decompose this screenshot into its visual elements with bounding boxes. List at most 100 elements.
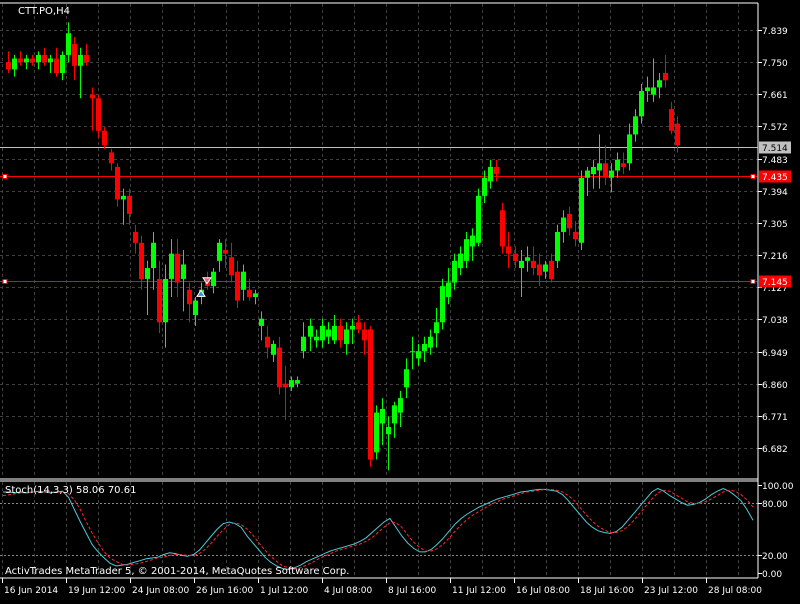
candle-body	[247, 289, 252, 297]
candle-body	[633, 116, 638, 135]
candle-body	[446, 282, 451, 297]
candle-body	[543, 264, 548, 272]
candle-body	[332, 325, 337, 341]
line-handle-right[interactable]	[750, 279, 756, 284]
candle-body	[84, 54, 89, 63]
candle-body	[283, 383, 288, 388]
candle-body	[145, 268, 150, 279]
candle-body	[235, 271, 240, 301]
candle-bull	[440, 278, 445, 330]
price-tick-label: 7.750	[762, 59, 788, 69]
candle-body	[109, 152, 114, 164]
candle-bull	[579, 170, 584, 251]
candle-body	[416, 351, 421, 359]
candle-body	[585, 170, 590, 178]
stoch-tick-label: 80.00	[762, 500, 788, 510]
price-chart[interactable]: 7.839 7.750 7.661 7.572 7.483 7.394 7.305 7.216…	[0, 0, 800, 600]
candle-body	[308, 325, 313, 337]
candle-body	[175, 253, 180, 283]
time-tick-label: 11 Jul 12:00	[452, 586, 506, 596]
time-tick-label: 8 Jul 16:00	[388, 586, 437, 596]
price-tick-label: 7.661	[762, 91, 788, 101]
candle-bear	[368, 325, 373, 467]
candle-body	[320, 325, 325, 341]
candle-body	[500, 210, 505, 247]
candle-body	[603, 163, 608, 178]
price-tick-label: 7.394	[762, 188, 788, 198]
candle-body	[211, 271, 216, 287]
candle-body	[96, 98, 101, 131]
current-price-label: 7.514	[762, 144, 788, 154]
candle-body	[356, 322, 361, 330]
candle-body	[66, 33, 71, 55]
candle-body	[464, 239, 469, 261]
candle-body	[36, 54, 41, 63]
candle-body	[609, 170, 614, 178]
line-handle-left[interactable]	[2, 174, 8, 179]
candle-body	[115, 166, 120, 200]
time-tick-label: 16 Jul 08:00	[516, 586, 570, 596]
price-tick-label: 7.839	[762, 27, 788, 37]
candle-body	[78, 54, 83, 66]
candle-body	[253, 293, 258, 297]
stoch-label: Stoch(14,3,3) 58.06 70.61	[5, 485, 136, 496]
candle-body	[6, 62, 11, 70]
time-tick-label: 16 Jun 2014	[4, 586, 58, 596]
candle-body	[181, 264, 186, 279]
candle-body	[54, 58, 59, 73]
price-tick-label: 7.483	[762, 156, 788, 166]
candle-body	[404, 369, 409, 388]
price-tick-label: 7.216	[762, 252, 788, 262]
line-handle-left[interactable]	[2, 279, 8, 284]
candle-body	[482, 177, 487, 196]
candle-body	[133, 231, 138, 243]
candle-body	[121, 195, 126, 200]
candle-body	[301, 336, 306, 352]
candle-body	[434, 322, 439, 334]
candle-body	[549, 260, 554, 279]
line-handle-right[interactable]	[750, 174, 756, 179]
time-tick-label: 28 Jul 08:00	[708, 586, 762, 596]
candle-body	[18, 58, 23, 63]
candle-body	[567, 213, 572, 229]
candle-body	[639, 91, 644, 117]
candle-body	[531, 260, 536, 269]
candle-body	[663, 72, 668, 81]
candle-body	[597, 163, 602, 171]
candle-body	[458, 253, 463, 269]
price-tick-label: 6.860	[762, 381, 788, 391]
candle-body	[398, 398, 403, 413]
candle-body	[386, 427, 391, 435]
candle-body	[380, 408, 385, 424]
price-tick-label: 7.038	[762, 316, 788, 326]
candle-body	[72, 44, 77, 66]
candle-body	[362, 329, 367, 341]
candle-body	[90, 94, 95, 99]
candle-body	[48, 58, 53, 63]
candle-body	[651, 87, 656, 95]
candle-body	[295, 380, 300, 384]
footer-copyright: ActivTrades MetaTrader 5, © 2001-2014, M…	[5, 566, 349, 577]
candle-body	[265, 336, 270, 348]
candle-body	[621, 163, 626, 167]
chart-window[interactable]: 7.839 7.750 7.661 7.572 7.483 7.394 7.305 7.216…	[0, 0, 800, 600]
candle-body	[338, 325, 343, 341]
candle-body	[157, 278, 162, 323]
candle-body	[645, 87, 650, 92]
candle-body	[193, 300, 198, 316]
candle-body	[525, 257, 530, 261]
candle-body	[368, 329, 373, 460]
price-tick-label: 7.305	[762, 220, 788, 230]
candle-body	[519, 260, 524, 269]
candle-body	[452, 260, 457, 283]
candle-body	[30, 58, 35, 63]
time-tick-label: 18 Jul 16:00	[580, 586, 634, 596]
candle-body	[60, 54, 65, 73]
candle-body	[470, 235, 475, 247]
candle-bull	[476, 188, 481, 247]
candle-body	[229, 257, 234, 276]
candle-body	[573, 231, 578, 240]
price-tick-label: 6.771	[762, 413, 788, 423]
candle-body	[488, 166, 493, 182]
candle-body	[374, 412, 379, 453]
